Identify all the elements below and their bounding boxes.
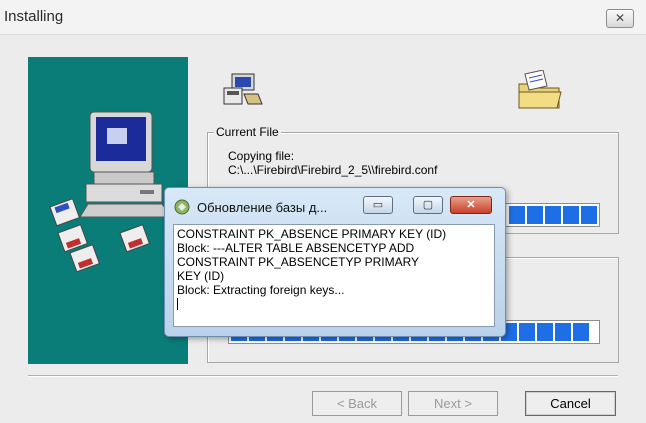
dialog-title: Обновление базы д...	[197, 200, 328, 215]
open-folder-icon	[518, 70, 562, 109]
log-textarea[interactable]: CONSTRAINT PK_ABSENCE PRIMARY KEY (ID) B…	[173, 224, 495, 327]
cancel-button[interactable]: Cancel	[525, 391, 616, 416]
progress-segment	[509, 206, 525, 224]
title-bar: Installing ✕	[0, 0, 646, 35]
progress-segment	[527, 206, 543, 224]
database-update-dialog: Обновление базы д... ▭ ▢ ✕ CONSTRAINT PK…	[164, 187, 506, 337]
log-line: Block: ---ALTER TABLE ABSENCETYP ADD	[177, 241, 415, 255]
window-title: Installing	[4, 8, 64, 25]
install-package-icon	[223, 73, 263, 105]
progress-segment	[545, 206, 561, 224]
dialog-close-button[interactable]: ✕	[450, 196, 492, 214]
copying-label: Copying file:	[228, 149, 295, 163]
log-line: KEY (ID)	[177, 269, 225, 283]
current-file-legend: Current File	[214, 125, 281, 139]
installer-window: Installing ✕ Current File Copying file: …	[0, 0, 646, 423]
text-caret	[177, 298, 178, 310]
log-line: CONSTRAINT PK_ABSENCETYP PRIMARY	[177, 255, 420, 269]
log-line: CONSTRAINT PK_ABSENCE PRIMARY KEY (ID)	[177, 227, 447, 241]
back-button[interactable]: < Back	[312, 391, 402, 416]
next-button[interactable]: Next >	[408, 391, 498, 416]
close-button[interactable]: ✕	[606, 9, 634, 28]
maximize-button[interactable]: ▢	[413, 196, 443, 214]
minimize-button[interactable]: ▭	[363, 196, 393, 214]
database-update-icon	[174, 199, 190, 215]
progress-segment	[581, 206, 597, 224]
footer-divider	[28, 375, 618, 377]
file-path: C:\...\Firebird\Firebird_2_5\\firebird.c…	[228, 163, 438, 177]
progress-segment	[563, 206, 579, 224]
log-line: Block: Extracting foreign keys...	[177, 283, 345, 297]
